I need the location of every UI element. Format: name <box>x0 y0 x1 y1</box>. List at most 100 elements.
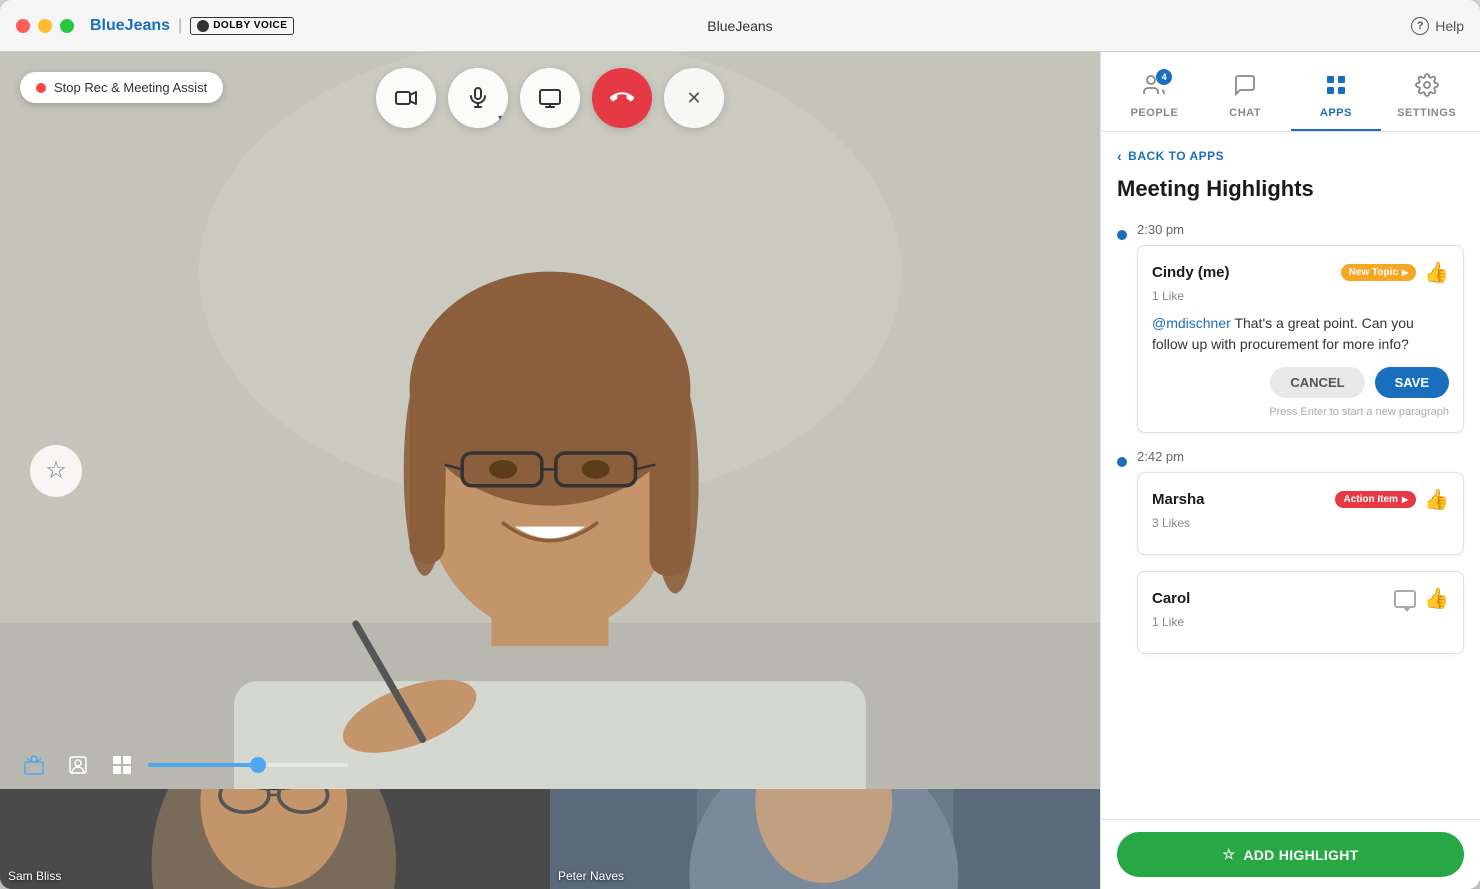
sam-video <box>0 789 550 889</box>
zoom-slider[interactable] <box>148 763 348 767</box>
like-button-1[interactable]: 👍 <box>1424 260 1449 285</box>
participant-name-sam: Sam Bliss <box>8 869 61 883</box>
highlight-card-1: Cindy (me) New Topic ▶ 👍 1 Like <box>1137 245 1464 433</box>
card-header-2: Marsha Action Item ▶ 👍 <box>1152 487 1449 512</box>
panel-title: Meeting Highlights <box>1117 176 1464 202</box>
brand-area: BlueJeans | DOLBY VOICE <box>90 17 294 35</box>
slider-fill <box>148 763 258 767</box>
card-meta-2: Action Item ▶ 👍 <box>1335 487 1449 512</box>
panel-content: ‹ BACK TO APPS Meeting Highlights 2:30 p… <box>1101 132 1480 819</box>
new-topic-tag[interactable]: New Topic ▶ <box>1341 264 1416 281</box>
slider-thumb[interactable] <box>250 757 266 773</box>
label-tag-empty[interactable] <box>1394 590 1416 608</box>
tab-people-label: PEOPLE <box>1131 107 1179 119</box>
card-author-3: Carol <box>1152 590 1190 607</box>
mic-button[interactable]: ▾ <box>448 68 508 128</box>
close-button[interactable] <box>16 19 30 33</box>
star-button[interactable]: ☆ <box>30 445 82 497</box>
back-chevron-icon: ‹ <box>1117 148 1122 164</box>
tab-chat[interactable]: CHAT <box>1200 73 1291 131</box>
view-controls <box>0 737 1100 789</box>
tab-settings[interactable]: SETTINGS <box>1381 73 1472 131</box>
dolby-badge: DOLBY VOICE <box>190 17 294 35</box>
action-item-label: Action Item <box>1343 494 1397 505</box>
video-icon <box>394 86 418 110</box>
speaker-view-icon <box>23 754 45 776</box>
main-content: Stop Rec & Meeting Assist <box>0 52 1480 889</box>
star-icon: ☆ <box>45 456 67 485</box>
title-bar: BlueJeans | DOLBY VOICE BlueJeans ? Help <box>0 0 1480 52</box>
card-header-1: Cindy (me) New Topic ▶ 👍 <box>1152 260 1449 285</box>
speaker-view-button[interactable] <box>16 747 52 783</box>
back-link-label: BACK TO APPS <box>1128 149 1224 163</box>
grid-view-button[interactable] <box>104 747 140 783</box>
help-button[interactable]: ? Help <box>1411 17 1464 35</box>
add-highlight-bar: ☆ ADD HIGHLIGHT <box>1101 819 1480 889</box>
apps-icon <box>1324 73 1348 103</box>
add-highlight-button[interactable]: ☆ ADD HIGHLIGHT <box>1117 832 1464 877</box>
card-likes-1: 1 Like <box>1152 289 1449 303</box>
highlight-card-2: Marsha Action Item ▶ 👍 3 Likes <box>1137 472 1464 555</box>
highlight-time-2: 2:42 pm <box>1137 449 1464 464</box>
highlight-time-1: 2:30 pm <box>1137 222 1464 237</box>
mic-chevron-icon: ▾ <box>498 113 502 122</box>
screen-share-icon <box>538 86 562 110</box>
settings-icon <box>1415 73 1439 103</box>
screen-share-button[interactable] <box>520 68 580 128</box>
dolby-icon <box>197 20 209 32</box>
participant-thumbnails: Sam Bliss Peter Naves <box>0 789 1100 889</box>
card-text-1: @mdischner That's a great point. Can you… <box>1152 313 1449 355</box>
back-to-apps-link[interactable]: ‹ BACK TO APPS <box>1117 148 1464 164</box>
card-likes-2: 3 Likes <box>1152 516 1449 530</box>
new-topic-label: New Topic <box>1349 267 1398 278</box>
edit-actions-1: CANCEL SAVE <box>1152 367 1449 398</box>
edit-hint: Press Enter to start a new paragraph <box>1152 406 1449 418</box>
traffic-lights <box>16 19 74 33</box>
tab-apps-label: APPS <box>1320 107 1352 119</box>
participant-thumb-sam[interactable]: Sam Bliss <box>0 789 550 889</box>
card-author-2: Marsha <box>1152 491 1205 508</box>
end-call-icon <box>610 86 634 110</box>
save-button[interactable]: SAVE <box>1375 367 1449 398</box>
stop-rec-label: Stop Rec & Meeting Assist <box>54 80 207 95</box>
minimize-button[interactable] <box>38 19 52 33</box>
brand-divider: | <box>178 17 182 35</box>
timeline-section-1: 2:30 pm Cindy (me) New Topic ▶ 👍 <box>1117 222 1464 433</box>
timeline-section-2: 2:42 pm Marsha Action Item ▶ 👍 <box>1117 449 1464 555</box>
cancel-button[interactable]: CANCEL <box>1270 367 1364 398</box>
video-button[interactable] <box>376 68 436 128</box>
like-button-3[interactable]: 👍 <box>1424 586 1449 611</box>
people-icon: 4 <box>1142 73 1166 103</box>
like-button-2[interactable]: 👍 <box>1424 487 1449 512</box>
bottom-controls: Sam Bliss Peter Naves <box>0 737 1100 889</box>
window-title: BlueJeans <box>707 18 772 34</box>
tag-arrow-icon-2: ▶ <box>1402 495 1408 504</box>
stop-rec-button[interactable]: Stop Rec & Meeting Assist <box>20 72 223 103</box>
peter-video <box>550 789 1100 889</box>
tab-apps[interactable]: APPS <box>1291 73 1382 131</box>
add-highlight-label: ADD HIGHLIGHT <box>1243 847 1358 863</box>
end-call-button[interactable] <box>592 68 652 128</box>
card-meta-1: New Topic ▶ 👍 <box>1341 260 1449 285</box>
grid-view-icon <box>111 754 133 776</box>
action-item-tag[interactable]: Action Item ▶ <box>1335 491 1416 508</box>
right-panel: 4 PEOPLE CHAT <box>1100 52 1480 889</box>
controls-bar: ▾ ✕ <box>376 68 724 128</box>
close-icon: ✕ <box>686 88 701 109</box>
timeline-dot-2 <box>1117 457 1127 467</box>
highlight-card-3: Carol 👍 1 Like <box>1137 571 1464 654</box>
spacer <box>1117 670 1464 686</box>
chat-icon <box>1233 73 1257 103</box>
video-area: Stop Rec & Meeting Assist <box>0 52 1100 889</box>
tab-people[interactable]: 4 PEOPLE <box>1109 73 1200 131</box>
single-view-icon <box>67 754 89 776</box>
maximize-button[interactable] <box>60 19 74 33</box>
card-likes-3: 1 Like <box>1152 615 1449 629</box>
video-background: Stop Rec & Meeting Assist <box>0 52 1100 889</box>
add-highlight-star-icon: ☆ <box>1223 846 1236 863</box>
participant-thumb-peter[interactable]: Peter Naves <box>550 789 1100 889</box>
timeline-dot-1 <box>1117 230 1127 240</box>
single-view-button[interactable] <box>60 747 96 783</box>
close-video-button[interactable]: ✕ <box>664 68 724 128</box>
card-header-3: Carol 👍 <box>1152 586 1449 611</box>
